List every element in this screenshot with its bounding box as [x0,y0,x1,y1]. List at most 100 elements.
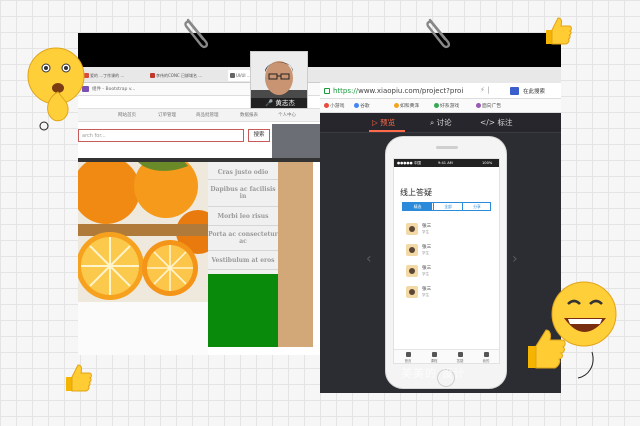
left-tab-1[interactable]: 瓷的 ...丁作课的 ... [82,70,144,81]
tab-label: 瓷的 ...丁作课的 ... [90,73,125,78]
tabbar-label: 首页 [404,359,412,363]
tab-favicon-icon [150,73,155,78]
segment-featured[interactable]: 精选 [403,203,432,210]
nav-item-home[interactable]: 网站首页 [118,112,136,118]
menu-item-cras[interactable]: Cras justo odio [208,165,278,180]
nav-item-orders[interactable]: 订单管理 [158,112,176,118]
left-nav-bar: 网站首页 订单管理 商品批管理 数据报表 个人中心 [78,108,321,122]
nav-item-products[interactable]: 商品批管理 [196,112,219,118]
list-item[interactable]: 张三 学生 [406,244,446,258]
preview-tab[interactable]: ▷ 预览 [372,117,395,128]
list-item[interactable]: 张三 学生 [406,223,446,237]
list-item-name: 张三 [422,266,432,271]
nav-item-reports[interactable]: 数据报表 [240,112,258,118]
right-address-bar[interactable]: https://www.xiaopiu.com/project?proi ⚡ |… [320,83,561,99]
laughing-face-emoji-icon [528,281,617,379]
qa-icon [457,352,463,357]
left-address-text: 组件 - Bootstrap v... [92,87,136,92]
annotate-label: 标注 [497,118,513,127]
search-input[interactable]: arch for... [78,129,244,142]
menu-item-dapibus[interactable]: Dapibus ac facilisis in [208,181,278,207]
url-text: https://www.xiaopiu.com/project?proi [333,87,463,95]
menu-item-morbi[interactable]: Morbi leo risus [208,208,278,226]
segmented-control: 精选 全部 分享 [402,202,491,211]
bookmark-5[interactable]: 面向广告 [476,102,501,109]
search-engine-icon[interactable] [510,87,519,95]
avatar [406,265,418,277]
avatar [406,223,418,235]
oranges-illustration [78,162,208,302]
bookmark-label: 小游戏 [330,104,345,109]
bookmark-icon [394,103,399,108]
bookmark-bar: 小游戏 谷歌 如和黄泽 好系游戏 面向广告 [320,99,561,113]
bookmark-icon [434,103,439,108]
phone-status-bar: ●●●●● 中国 9:41 AM 100% [394,159,499,167]
avatar [406,244,418,256]
bookmark-3[interactable]: 如和黄泽 [394,102,419,109]
list-item-sub: 学生 [422,272,430,276]
chat-icon: ⌕ [430,118,435,127]
webcam-name: 黄志杰 [275,99,295,107]
prev-arrow-icon[interactable]: ‹ [366,251,372,267]
tab-label: UI/UI ... [236,73,251,78]
thumbs-up-icon [546,17,572,45]
bookmark-icon [324,103,329,108]
preview-label: 预览 [380,118,396,127]
menu-item-porta[interactable]: Porta ac consectetur ac [208,227,278,251]
segment-share[interactable]: 分享 [462,203,491,210]
discuss-tab[interactable]: ⌕ 讨论 [430,117,452,128]
tabbar-courses[interactable]: 课程 [424,352,444,363]
tabbar-qa[interactable]: 答疑 [450,352,470,363]
status-battery: 100% [482,161,493,165]
bookmark-2[interactable]: 谷歌 [354,102,370,109]
annotate-tab[interactable]: </> 标注 [480,117,513,128]
green-block [208,274,278,347]
left-bottom-area [78,302,208,355]
list-item-name: 张三 [422,287,432,292]
menu-item-vestibulum[interactable]: Vestibulum at eros [208,252,278,270]
prototype-toolbar: ▷ 预览 ⌕ 讨论 </> 标注 [320,113,561,133]
next-arrow-icon[interactable]: › [512,251,518,267]
tabbar-me[interactable]: 我的 [476,352,496,363]
browser-search-label[interactable]: 在此搜索 [523,87,545,95]
phone-speaker [436,146,458,149]
code-icon: </> [480,118,496,127]
url-rest: www.xiaopiu.com/project?proi [358,87,464,95]
phone-tab-bar: 首页 课程 答疑 我的 [394,349,499,363]
webcam-name-label: 🎤 黄志杰 [251,98,307,108]
phone-page-title: 线上答疑 [400,188,432,197]
list-item[interactable]: 张三 学生 [406,286,446,300]
thumbs-up-icon [66,364,92,392]
watermark-text: 美美的 设计 [401,367,466,380]
tabbar-label: 我的 [482,359,490,363]
gray-block [272,124,321,158]
side-menu: Cras justo odio Dapibus ac facilisis in … [208,162,278,274]
tabbar-home[interactable]: 首页 [398,352,418,363]
status-carrier: ●●●●● 中国 [397,161,422,165]
tabbar-label: 答疑 [456,359,464,363]
left-tab-2[interactable]: 李伟的CONC 已绑域名 ... [148,70,224,81]
thinking-face-emoji-icon [27,47,85,131]
home-icon [405,352,411,357]
bookmark-4[interactable]: 好系游戏 [434,102,459,109]
paperclip-icon [184,18,209,49]
discuss-label: 讨论 [436,118,452,127]
bookmark-1[interactable]: 小游戏 [324,102,344,109]
search-button[interactable]: 搜索 [248,129,270,142]
avatar [406,286,418,298]
phone-mockup: ●●●●● 中国 9:41 AM 100% 线上答疑 精选 全部 分享 张三 学生… [385,136,507,389]
tabbar-label: 课程 [430,359,438,363]
left-screenshot: 瓷的 ...丁作课的 ... 李伟的CONC 已绑域名 ... UI/UI ..… [78,33,321,355]
bookmark-label: 好系游戏 [440,104,460,109]
status-time: 9:41 AM [438,161,453,165]
course-icon [431,352,437,357]
list-item-name: 张三 [422,224,432,229]
bookmark-icon [476,103,481,108]
bookmark-label: 如和黄泽 [400,104,420,109]
bookmark-label: 面向广告 [482,104,502,109]
list-item[interactable]: 张三 学生 [406,265,446,279]
tab-favicon-icon [230,73,235,78]
nav-item-profile[interactable]: 个人中心 [278,112,296,118]
user-icon [483,352,489,357]
segment-all[interactable]: 全部 [433,203,462,210]
